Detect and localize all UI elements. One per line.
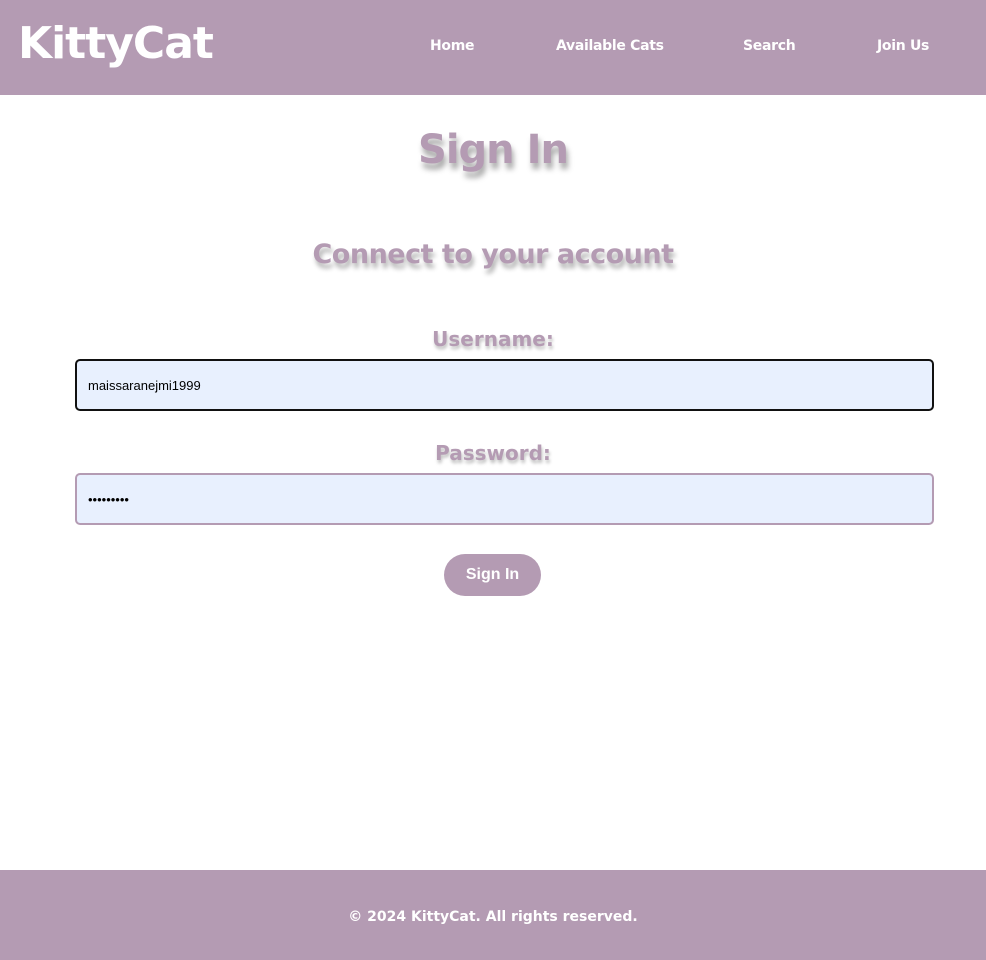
password-input[interactable] bbox=[75, 473, 934, 525]
nav-available-cats-link[interactable]: Available Cats bbox=[556, 36, 664, 56]
nav-join-us-link[interactable]: Join Us bbox=[877, 36, 929, 56]
password-label: Password: bbox=[435, 441, 551, 465]
site-header: KittyCat Home Available Cats Search Join… bbox=[0, 0, 986, 95]
username-input[interactable] bbox=[75, 359, 934, 411]
nav-search-link[interactable]: Search bbox=[743, 36, 796, 56]
username-label: Username: bbox=[432, 327, 554, 351]
nav-home-link[interactable]: Home bbox=[430, 36, 475, 56]
page-title: Sign In bbox=[418, 127, 569, 173]
copyright-text: © 2024 KittyCat. All rights reserved. bbox=[348, 909, 638, 925]
site-logo[interactable]: KittyCat bbox=[18, 16, 214, 72]
sign-in-button[interactable]: Sign In bbox=[444, 554, 541, 596]
site-footer: © 2024 KittyCat. All rights reserved. bbox=[0, 870, 986, 960]
page-subtitle: Connect to your account bbox=[312, 239, 674, 270]
